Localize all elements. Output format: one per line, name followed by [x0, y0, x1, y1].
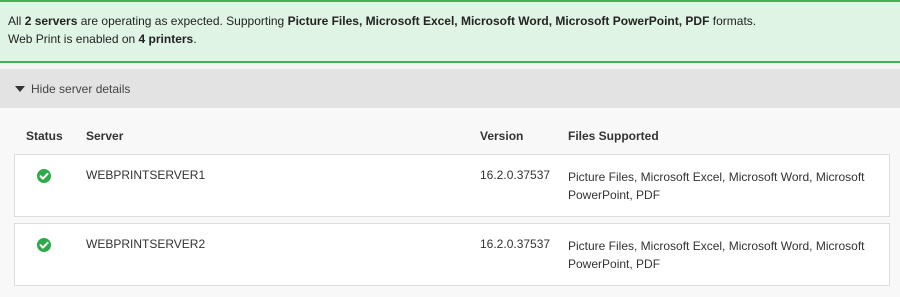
supported-formats: Picture Files, Microsoft Excel, Microsof…	[287, 14, 710, 28]
table-row: WEBPRINTSERVER1 16.2.0.37537 Picture Fil…	[14, 154, 890, 217]
servers-count: 2 servers	[24, 14, 78, 28]
banner-line-printers: Web Print is enabled on 4 printers.	[8, 30, 892, 48]
table-header: Status Server Version Files Supported	[0, 123, 900, 149]
toggle-label: Hide server details	[31, 81, 131, 96]
banner-line-servers: All 2 servers are operating as expected.…	[8, 12, 892, 30]
server-name: WEBPRINTSERVER2	[86, 237, 206, 251]
table-row: WEBPRINTSERVER2 16.2.0.37537 Picture Fil…	[14, 223, 890, 286]
caret-down-icon	[15, 85, 25, 92]
server-version: 16.2.0.37537	[480, 168, 551, 182]
header-version: Version	[480, 129, 524, 143]
header-server: Server	[86, 129, 124, 143]
files-supported: Picture Files, Microsoft Excel, Microsof…	[568, 170, 865, 202]
banner-text: are operating as expected. Supporting	[80, 14, 285, 28]
check-circle-icon	[37, 238, 51, 252]
banner-text: Web Print is enabled on	[8, 32, 136, 46]
banner-text: formats.	[712, 14, 757, 28]
banner-text: .	[193, 32, 197, 46]
server-name: WEBPRINTSERVER1	[86, 168, 206, 182]
header-files-supported: Files Supported	[568, 129, 659, 143]
status-banner: All 2 servers are operating as expected.…	[0, 0, 900, 63]
hide-server-details-toggle[interactable]: Hide server details	[0, 69, 900, 108]
banner-text: All	[8, 14, 22, 28]
server-version: 16.2.0.37537	[480, 237, 551, 251]
files-supported: Picture Files, Microsoft Excel, Microsof…	[568, 239, 865, 271]
check-circle-icon	[37, 169, 51, 183]
header-status: Status	[26, 129, 63, 143]
server-details-panel: Hide server details Status Server Versio…	[0, 69, 900, 297]
printers-count: 4 printers	[138, 32, 194, 46]
